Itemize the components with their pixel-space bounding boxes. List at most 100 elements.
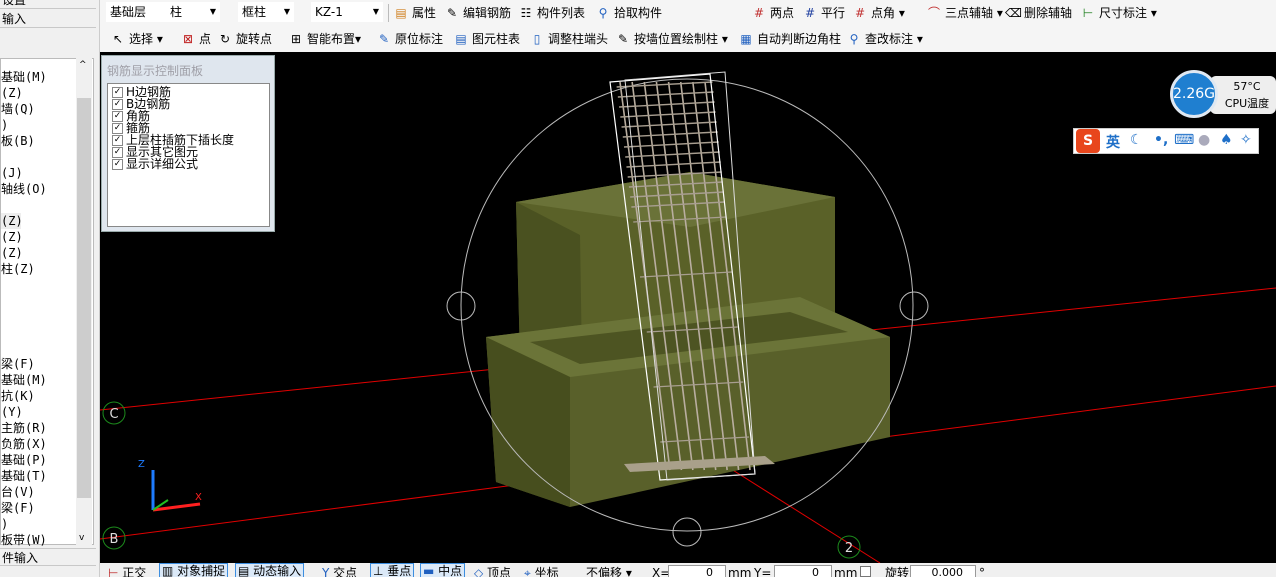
coordinate-snap-button[interactable]: ⌖ 坐标 — [524, 566, 559, 577]
tree-item[interactable]: 梁(F) — [1, 500, 35, 516]
midpoint-icon: ▬ — [423, 564, 439, 577]
checkbox[interactable]: ✓ — [112, 159, 123, 170]
checkbox[interactable]: ✓ — [112, 99, 123, 110]
moon-icon[interactable]: ☾ — [1130, 132, 1143, 148]
rotate-icon: ↻ — [219, 32, 231, 46]
point-angle-button[interactable]: # 点角 ▾ — [852, 4, 905, 22]
tree-scrollbar[interactable]: ^ v — [76, 58, 92, 545]
point-angle-icon: # — [854, 6, 866, 20]
perpendicular-snap-button[interactable]: ⊥ 垂点 — [370, 563, 415, 577]
point-button[interactable]: ⊠ 点 — [180, 30, 211, 48]
scroll-thumb[interactable] — [77, 98, 91, 498]
cpu-widget[interactable]: 57°C CPU温度 2.26G — [1170, 70, 1276, 118]
rebar-display-panel: 钢筋显示控制面板 ✓ H边钢筋 ✓ B边钢筋 ✓ 角筋 ✓ 箍筋 ✓ 上层柱插筋下插长度 ✓ 显示其它… — [101, 55, 275, 232]
tree-item[interactable]: 基础(M) — [1, 69, 47, 85]
punctuation-icon[interactable]: •, — [1154, 132, 1168, 148]
tree-item[interactable]: 负筋(X) — [1, 436, 47, 452]
perpendicular-icon: ⊥ — [373, 564, 388, 577]
ime-mode-toggle[interactable]: 英 — [1106, 132, 1120, 152]
midpoint-snap-button[interactable]: ▬ 中点 — [420, 563, 466, 577]
auto-corner-column-button[interactable]: ▦ 自动判断边角柱 — [738, 30, 841, 48]
tree-item[interactable]: (Z) — [1, 229, 23, 245]
tree-item[interactable]: 板(B) — [1, 133, 35, 149]
user-icon[interactable]: ● — [1198, 132, 1210, 148]
three-point-axis-button[interactable]: ⌒ 三点辅轴 ▾ — [926, 4, 1003, 22]
intersection-icon: Y — [322, 566, 334, 577]
ortho-button[interactable]: ⊢ 正交 — [108, 566, 146, 577]
rotate-point-button[interactable]: ↻ 旋转点 — [217, 30, 272, 48]
cpu-temp: 57°C — [1233, 80, 1261, 93]
tree-item[interactable]: 基础(P) — [1, 452, 47, 468]
tree-item[interactable]: (Z) — [1, 85, 23, 101]
subtype-select[interactable]: 框柱 ▼ — [238, 2, 294, 22]
x-offset-input[interactable]: 0 — [668, 565, 726, 577]
left-header-input[interactable]: 输入 — [0, 10, 96, 28]
rotate-input[interactable]: 0.000 — [910, 565, 976, 577]
orbit-handle-right[interactable] — [899, 291, 929, 321]
type-select[interactable]: 柱 ▼ — [166, 2, 220, 22]
label: 原位标注 — [395, 32, 444, 46]
rebar — [622, 131, 718, 138]
tree-item[interactable]: (J) — [1, 165, 23, 181]
label: 自动判断边角柱 — [757, 32, 842, 46]
tree-item[interactable]: ) — [1, 516, 8, 532]
checkbox[interactable]: ✓ — [112, 111, 123, 122]
tree-item[interactable]: 基础(M) — [1, 372, 47, 388]
tree-item[interactable]: 梁(F) — [1, 356, 35, 372]
rebar-option[interactable]: ✓ 显示详细公式 — [112, 158, 198, 171]
tree-item[interactable]: (Z) — [1, 245, 23, 261]
tree-item[interactable]: 板带(W) — [1, 532, 47, 548]
in-place-annotation-button[interactable]: ✎ 原位标注 — [376, 30, 443, 48]
draw-by-wall-button[interactable]: ✎ 按墙位置绘制柱 ▾ — [615, 30, 728, 48]
floor-value: 基础层 — [110, 5, 147, 19]
subtype-value: 框柱 — [242, 5, 267, 19]
keyboard-icon[interactable]: ⌨ — [1174, 132, 1194, 148]
delete-axis-button[interactable]: ⌫ 删除辅轴 — [1005, 4, 1072, 22]
tree-item[interactable]: 墙(Q) — [1, 101, 35, 117]
skin-icon[interactable]: ♠ — [1220, 132, 1233, 148]
left-footer-input[interactable]: 件输入 — [0, 548, 96, 566]
tree-item[interactable]: (Z) — [1, 213, 23, 229]
z-axis-label: Z — [138, 459, 145, 470]
left-header-settings[interactable]: 设置 — [0, 0, 96, 9]
grid-icon: ▦ — [740, 32, 752, 46]
intersection-snap-button[interactable]: Y 交点 — [322, 566, 357, 577]
tree-item[interactable]: 抗(K) — [1, 388, 35, 404]
orbit-handle-bottom[interactable] — [672, 517, 702, 547]
dynamic-input-button[interactable]: ▤ 动态输入 — [235, 563, 305, 577]
tree-item[interactable]: 基础(T) — [1, 468, 47, 484]
scroll-down-icon[interactable]: v — [79, 533, 84, 543]
wrench-icon[interactable]: ✧ — [1240, 132, 1252, 148]
checkbox[interactable]: ✓ — [112, 87, 123, 98]
component-select[interactable]: KZ-1 ▼ — [311, 2, 383, 22]
tree-item[interactable]: 台(V) — [1, 484, 35, 500]
column-table-button[interactable]: ▤ 图元柱表 — [453, 30, 520, 48]
tree-item[interactable]: ) — [1, 117, 8, 133]
smart-layout-button[interactable]: ⊞ 智能布置▾ — [288, 30, 361, 48]
pick-component-button[interactable]: ⚲ 拾取构件 — [595, 4, 662, 22]
axis-line-2 — [719, 461, 881, 563]
two-point-axis-button[interactable]: # 两点 — [751, 4, 794, 22]
offset-mode-select[interactable]: 不偏移 ▾ — [586, 566, 632, 577]
parallel-axis-button[interactable]: # 平行 — [802, 4, 845, 22]
tree-item[interactable]: 轴线(O) — [1, 181, 47, 197]
scroll-up-icon[interactable]: ^ — [79, 60, 87, 70]
vertex-snap-button[interactable]: ◇ 顶点 — [474, 566, 511, 577]
rotate-checkbox[interactable] — [860, 566, 871, 577]
checkbox[interactable]: ✓ — [112, 147, 123, 158]
tree-item[interactable]: 柱(Z) — [1, 261, 35, 277]
tree-item[interactable]: 主筋(R) — [1, 420, 47, 436]
tree-item[interactable]: (Y) — [1, 404, 23, 420]
component-list-button[interactable]: ☷ 构件列表 — [518, 4, 585, 22]
y-offset-input[interactable]: 0 — [774, 565, 832, 577]
check-annotation-button[interactable]: ⚲ 查改标注 ▾ — [846, 30, 923, 48]
checkbox[interactable]: ✓ — [112, 123, 123, 134]
object-snap-button[interactable]: ▥ 对象捕捉 — [159, 563, 229, 577]
dimension-button[interactable]: ⊢ 尺寸标注 ▾ — [1080, 4, 1157, 22]
properties-button[interactable]: ▤ 属性 — [393, 4, 436, 22]
checkbox[interactable]: ✓ — [112, 135, 123, 146]
adjust-column-end-button[interactable]: ▯ 调整柱端头 — [529, 30, 608, 48]
select-button[interactable]: ↖ 选择 ▾ — [110, 30, 163, 48]
edit-rebar-button[interactable]: ✎ 编辑钢筋 — [444, 4, 511, 22]
ime-toolbar[interactable]: S 英 ☾ •, ⌨ ● ♠ ✧ — [1073, 128, 1259, 154]
